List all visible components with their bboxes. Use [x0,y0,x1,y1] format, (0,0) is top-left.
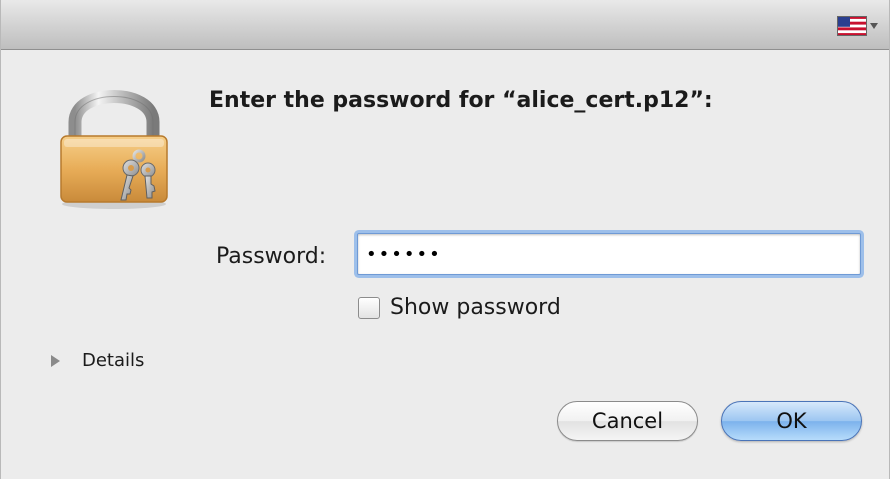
details-label[interactable]: Details [82,350,144,371]
cancel-button[interactable]: Cancel [557,401,698,441]
input-menu[interactable] [837,16,883,36]
padlock-with-keys-icon [60,90,168,209]
dialog-prompt: Enter the password for “alice_cert.p12”: [209,88,713,113]
show-password-checkbox[interactable] [358,296,380,319]
details-disclosure[interactable]: Details [51,350,144,371]
chevron-down-icon [870,23,878,29]
disclosure-triangle-icon[interactable] [51,354,60,367]
show-password-label[interactable]: Show password [390,295,561,320]
us-flag-icon [837,16,867,36]
show-password-row[interactable]: Show password [358,295,561,320]
password-dialog: Enter the password for “alice_cert.p12”:… [0,0,890,479]
ok-button[interactable]: OK [721,401,862,441]
password-label: Password: [216,244,327,269]
title-bar [1,0,889,50]
password-field[interactable] [357,233,861,275]
